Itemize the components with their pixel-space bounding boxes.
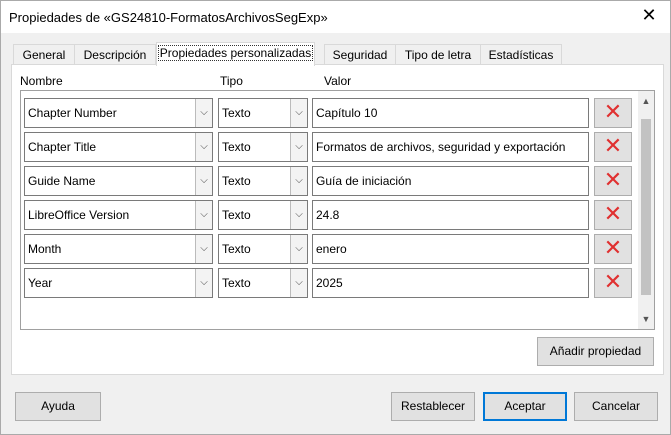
delete-property-button[interactable]: ✕ xyxy=(594,166,632,196)
property-row: Guide Name ⌵ Texto ⌵ Guía de iniciación … xyxy=(24,166,634,196)
close-icon[interactable]: ✕ xyxy=(638,5,660,26)
help-button[interactable]: Ayuda xyxy=(15,392,101,421)
cancel-button[interactable]: Cancelar xyxy=(574,392,658,421)
property-value-field[interactable]: Formatos de archivos, seguridad y export… xyxy=(312,132,589,162)
tab-propiedades-personalizadas[interactable]: Propiedades personalizadas xyxy=(156,42,315,66)
ok-button[interactable]: Aceptar xyxy=(483,392,567,421)
delete-icon: ✕ xyxy=(603,100,623,125)
property-type-select[interactable]: Texto ⌵ xyxy=(218,200,308,230)
chevron-down-icon[interactable]: ⌵ xyxy=(195,269,212,297)
delete-icon: ✕ xyxy=(603,270,623,295)
property-type-select[interactable]: Texto ⌵ xyxy=(218,132,308,162)
property-name-combo[interactable]: Month ⌵ xyxy=(24,234,213,264)
property-value-text: 2025 xyxy=(316,276,343,290)
chevron-down-icon[interactable]: ⌵ xyxy=(195,201,212,229)
delete-property-button[interactable]: ✕ xyxy=(594,234,632,264)
delete-icon: ✕ xyxy=(603,134,623,159)
reset-button[interactable]: Restablecer xyxy=(391,392,475,421)
chevron-down-icon[interactable]: ⌵ xyxy=(290,269,307,297)
property-row: Chapter Title ⌵ Texto ⌵ Formatos de arch… xyxy=(24,132,634,162)
property-type-value: Texto xyxy=(222,106,251,120)
property-value-text: enero xyxy=(316,242,347,256)
chevron-down-icon[interactable]: ⌵ xyxy=(290,235,307,263)
delete-property-button[interactable]: ✕ xyxy=(594,200,632,230)
chevron-down-icon[interactable]: ⌵ xyxy=(195,167,212,195)
title-bar: Propiedades de «GS24810-FormatosArchivos… xyxy=(1,1,670,33)
property-type-select[interactable]: Texto ⌵ xyxy=(218,166,308,196)
vertical-scrollbar[interactable]: ▲ ▼ xyxy=(638,91,654,329)
custom-properties-panel: Nombre Tipo Valor Chapter Number ⌵ Texto… xyxy=(11,64,664,375)
property-value-text: 24.8 xyxy=(316,208,340,222)
property-name-value: LibreOffice Version xyxy=(28,208,130,222)
property-value-field[interactable]: Guía de iniciación xyxy=(312,166,589,196)
property-name-combo[interactable]: Chapter Title ⌵ xyxy=(24,132,213,162)
tab-descripcion[interactable]: Descripción xyxy=(74,44,156,65)
column-header-type: Tipo xyxy=(220,74,243,88)
add-property-button[interactable]: Añadir propiedad xyxy=(537,337,654,366)
property-type-select[interactable]: Texto ⌵ xyxy=(218,98,308,128)
property-row: Chapter Number ⌵ Texto ⌵ Capítulo 10 ✕ xyxy=(24,98,634,128)
property-name-combo[interactable]: Guide Name ⌵ xyxy=(24,166,213,196)
property-name-value: Chapter Number xyxy=(28,106,117,120)
delete-property-button[interactable]: ✕ xyxy=(594,132,632,162)
property-type-value: Texto xyxy=(222,276,251,290)
scroll-up-icon[interactable]: ▲ xyxy=(638,93,654,109)
property-name-combo[interactable]: Year ⌵ xyxy=(24,268,213,298)
property-name-combo[interactable]: Chapter Number ⌵ xyxy=(24,98,213,128)
tab-tipo-de-letra[interactable]: Tipo de letra xyxy=(395,44,481,65)
property-value-field[interactable]: enero xyxy=(312,234,589,264)
chevron-down-icon[interactable]: ⌵ xyxy=(290,133,307,161)
tab-estadisticas[interactable]: Estadísticas xyxy=(480,44,562,65)
scrollbar-thumb[interactable] xyxy=(641,119,651,295)
property-type-select[interactable]: Texto ⌵ xyxy=(218,234,308,264)
property-name-value: Month xyxy=(28,242,62,256)
tab-general[interactable]: General xyxy=(13,44,75,65)
property-value-text: Guía de iniciación xyxy=(316,174,412,188)
chevron-down-icon[interactable]: ⌵ xyxy=(290,201,307,229)
property-type-value: Texto xyxy=(222,242,251,256)
property-type-select[interactable]: Texto ⌵ xyxy=(218,268,308,298)
property-type-value: Texto xyxy=(222,174,251,188)
delete-property-button[interactable]: ✕ xyxy=(594,268,632,298)
chevron-down-icon[interactable]: ⌵ xyxy=(195,99,212,127)
column-header-name: Nombre xyxy=(20,74,63,88)
delete-property-button[interactable]: ✕ xyxy=(594,98,632,128)
property-type-value: Texto xyxy=(222,208,251,222)
scroll-down-icon[interactable]: ▼ xyxy=(638,311,654,327)
property-value-field[interactable]: 2025 xyxy=(312,268,589,298)
delete-icon: ✕ xyxy=(603,202,623,227)
column-header-value: Valor xyxy=(324,74,352,88)
property-name-value: Chapter Title xyxy=(28,140,97,154)
tab-seguridad[interactable]: Seguridad xyxy=(324,44,396,65)
property-value-text: Capítulo 10 xyxy=(316,106,378,120)
delete-icon: ✕ xyxy=(603,236,623,261)
chevron-down-icon[interactable]: ⌵ xyxy=(195,133,212,161)
property-name-combo[interactable]: LibreOffice Version ⌵ xyxy=(24,200,213,230)
property-row: Month ⌵ Texto ⌵ enero ✕ xyxy=(24,234,634,264)
property-value-text: Formatos de archivos, seguridad y export… xyxy=(316,140,566,154)
property-row: LibreOffice Version ⌵ Texto ⌵ 24.8 ✕ xyxy=(24,200,634,230)
chevron-down-icon[interactable]: ⌵ xyxy=(195,235,212,263)
properties-list: Chapter Number ⌵ Texto ⌵ Capítulo 10 ✕ C… xyxy=(20,90,655,330)
property-row: Year ⌵ Texto ⌵ 2025 ✕ xyxy=(24,268,634,298)
delete-icon: ✕ xyxy=(603,168,623,193)
chevron-down-icon[interactable]: ⌵ xyxy=(290,167,307,195)
property-value-field[interactable]: 24.8 xyxy=(312,200,589,230)
window-title: Propiedades de «GS24810-FormatosArchivos… xyxy=(9,10,328,25)
chevron-down-icon[interactable]: ⌵ xyxy=(290,99,307,127)
property-type-value: Texto xyxy=(222,140,251,154)
property-value-field[interactable]: Capítulo 10 xyxy=(312,98,589,128)
property-name-value: Year xyxy=(28,276,53,290)
property-name-value: Guide Name xyxy=(28,174,96,188)
properties-dialog: Propiedades de «GS24810-FormatosArchivos… xyxy=(0,0,671,435)
